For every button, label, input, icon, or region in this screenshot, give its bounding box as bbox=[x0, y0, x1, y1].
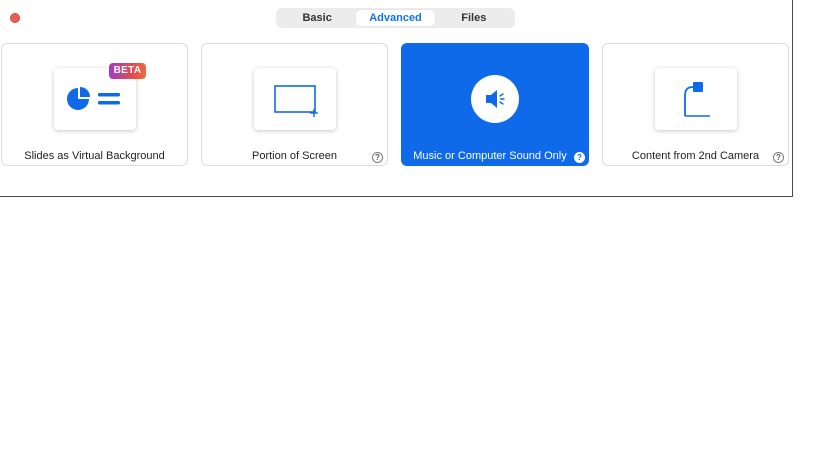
option-content-2nd-camera[interactable]: Content from 2nd Camera ? bbox=[602, 43, 789, 166]
help-icon[interactable]: ? bbox=[574, 152, 585, 163]
help-icon[interactable]: ? bbox=[773, 152, 784, 163]
option-label: Portion of Screen bbox=[252, 150, 337, 162]
option-slides-virtual-background[interactable]: BETA Slides as Virtual Background bbox=[1, 43, 188, 166]
help-icon[interactable]: ? bbox=[372, 152, 383, 163]
portion-thumbnail bbox=[253, 68, 336, 130]
option-portion-of-screen[interactable]: Portion of Screen ? bbox=[201, 43, 388, 166]
tab-basic[interactable]: Basic bbox=[278, 10, 356, 26]
close-window-button[interactable] bbox=[10, 13, 20, 23]
option-label: Music or Computer Sound Only bbox=[413, 150, 567, 162]
speaker-icon bbox=[486, 90, 505, 108]
share-tabs: Basic Advanced Files bbox=[276, 8, 515, 28]
beta-badge: BETA bbox=[109, 63, 146, 79]
tab-advanced[interactable]: Advanced bbox=[356, 10, 435, 26]
camera-thumbnail bbox=[654, 68, 737, 130]
share-screen-window: Basic Advanced Files BETA Slides as Virt… bbox=[0, 0, 793, 197]
option-computer-sound-only[interactable]: Music or Computer Sound Only ? bbox=[401, 43, 589, 166]
option-label: Slides as Virtual Background bbox=[24, 150, 165, 162]
speaker-circle bbox=[471, 75, 519, 123]
option-label: Content from 2nd Camera bbox=[631, 150, 760, 162]
tab-files[interactable]: Files bbox=[435, 10, 513, 26]
camera-icon bbox=[683, 82, 710, 117]
portion-screen-icon bbox=[273, 85, 318, 117]
